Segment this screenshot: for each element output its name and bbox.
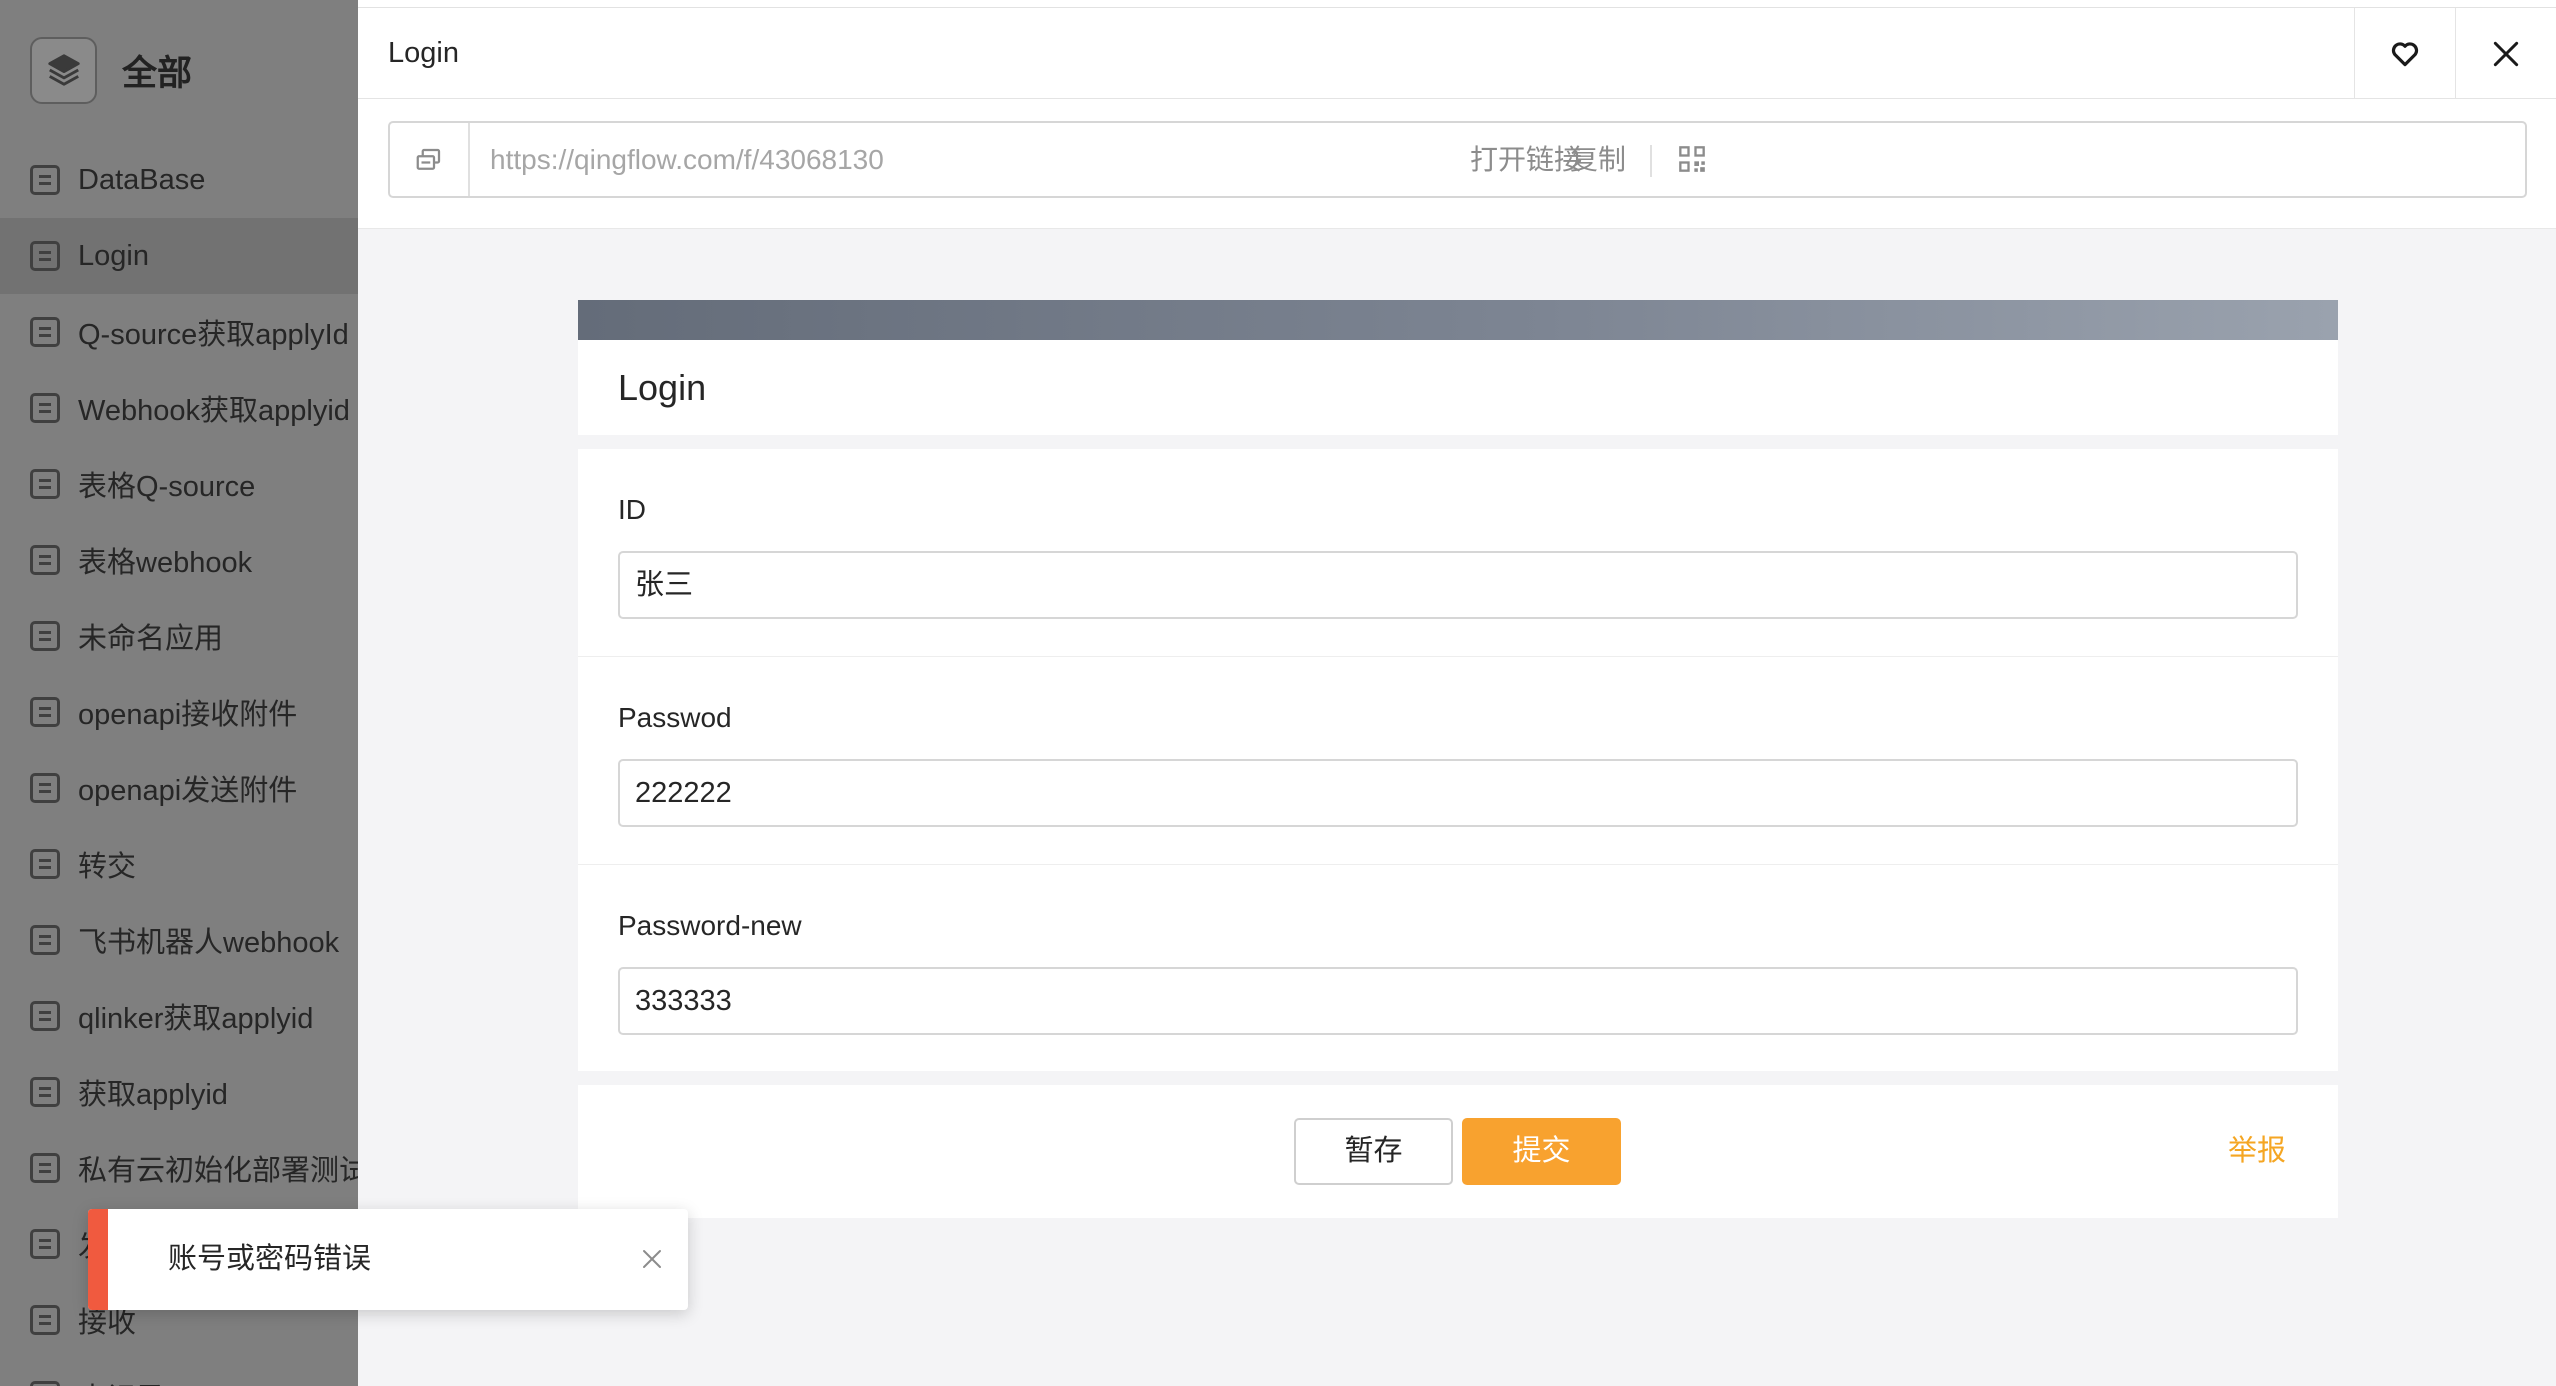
field-label: Password-new <box>618 910 802 941</box>
sidebar-item[interactable]: DataBase <box>0 142 358 218</box>
sidebar-item[interactable]: openapi发送附件 <box>0 750 358 826</box>
form-actions: 暂存 提交 举报 <box>578 1085 2338 1218</box>
form-icon <box>30 1153 60 1183</box>
form-banner <box>578 300 2338 340</box>
heart-icon <box>2391 41 2419 66</box>
sidebar-item-label: 表格Q-source <box>78 471 256 503</box>
field-password: Passwod 222222 <box>578 657 2338 865</box>
form-icon <box>30 773 60 803</box>
sidebar-item-label: 表格webhook <box>78 547 253 579</box>
form-icon <box>30 469 60 499</box>
form-icon <box>30 621 60 651</box>
top-divider <box>358 0 2556 8</box>
app-sidebar: 全部 DataBase Login Q-source获取applyId Webhook… <box>0 0 358 1386</box>
sidebar-item-label: Login <box>78 239 149 272</box>
sidebar-item-label: 飞书机器人webhook <box>78 927 340 959</box>
close-button[interactable] <box>2455 8 2556 99</box>
sidebar-item-label: 未记录 <box>78 1375 165 1386</box>
sidebar-item[interactable]: Q-source获取applyId <box>0 294 358 370</box>
sidebar-item[interactable]: 表格webhook <box>0 522 358 598</box>
sidebar-item[interactable]: 私有云初始化部署测试 <box>0 1130 358 1206</box>
save-draft-button[interactable]: 暂存 <box>1294 1118 1453 1185</box>
url-divider <box>1650 145 1652 177</box>
login-form: Login ID 张三 Passwod 222222 Password-new … <box>578 300 2338 1218</box>
link-box-icon[interactable] <box>390 123 470 196</box>
form-icon <box>30 1229 60 1259</box>
sidebar-item-label: 私有云初始化部署测试 <box>78 1155 358 1187</box>
sidebar-item-label: 转交 <box>78 851 137 883</box>
sidebar-item-label: Q-source获取applyId <box>78 319 349 351</box>
sidebar-title: 全部 <box>122 53 193 93</box>
error-toast: 账号或密码错误 <box>88 1209 688 1310</box>
report-link[interactable]: 举报 <box>2228 1118 2286 1185</box>
field-label: ID <box>618 494 646 525</box>
sidebar-item[interactable]: qlinker获取applyid <box>0 978 358 1054</box>
form-fields: ID 张三 Passwod 222222 Password-new 333333 <box>578 449 2338 1071</box>
sidebar-header: 全部 <box>0 0 358 140</box>
sidebar-item[interactable]: 飞书机器人webhook <box>0 902 358 978</box>
toast-message: 账号或密码错误 <box>168 1243 372 1275</box>
form-icon <box>30 925 60 955</box>
form-icon <box>30 317 60 347</box>
sidebar-item[interactable]: openapi接收附件 <box>0 674 358 750</box>
password-input[interactable]: 222222 <box>618 759 2298 827</box>
form-icon <box>30 393 60 423</box>
sidebar-nav: DataBase Login Q-source获取applyId Webhook获取a… <box>0 142 358 1386</box>
form-icon <box>30 165 60 195</box>
toast-error-bar <box>88 1209 108 1310</box>
field-password-new: Password-new 333333 <box>578 865 2338 1071</box>
submit-button[interactable]: 提交 <box>1462 1118 1621 1185</box>
form-icon <box>30 1001 60 1031</box>
sidebar-item-label: 未命名应用 <box>78 623 224 655</box>
sidebar-item[interactable]: Webhook获取applyid <box>0 370 358 446</box>
password-new-input[interactable]: 333333 <box>618 967 2298 1035</box>
form-title: Login <box>578 340 2338 435</box>
copy-link-button[interactable]: 复制 <box>1570 123 1626 196</box>
qr-code-icon[interactable] <box>1678 145 1706 173</box>
share-url-input[interactable]: https://qingflow.com/f/43068130 <box>490 123 884 196</box>
sidebar-item[interactable]: 未记录 <box>0 1358 358 1386</box>
url-area: https://qingflow.com/f/43068130 打开链接 复制 <box>358 99 2556 229</box>
sidebar-item[interactable]: Login <box>0 218 358 294</box>
field-id: ID 张三 <box>578 449 2338 657</box>
share-url-bar: https://qingflow.com/f/43068130 打开链接 复制 <box>388 121 2527 198</box>
form-icon <box>30 849 60 879</box>
form-icon <box>30 241 60 271</box>
form-icon <box>30 697 60 727</box>
close-icon <box>2493 41 2519 66</box>
sidebar-item-label: qlinker获取applyid <box>78 1003 314 1035</box>
favorite-button[interactable] <box>2354 8 2455 99</box>
form-icon <box>30 1305 60 1335</box>
app-root: 全部 DataBase Login Q-source获取applyId Webhook… <box>0 0 2556 1386</box>
main-panel: Login https://qingflow.com/f/43068130 打开… <box>358 8 2556 1386</box>
sidebar-item[interactable]: 转交 <box>0 826 358 902</box>
form-icon <box>30 545 60 575</box>
form-icon <box>30 1381 60 1386</box>
toast-close-icon[interactable] <box>640 1247 664 1271</box>
layers-icon[interactable] <box>30 36 97 104</box>
sidebar-item[interactable]: 表格Q-source <box>0 446 358 522</box>
sidebar-item-label: Webhook获取applyid <box>78 395 350 427</box>
sidebar-item-label: DataBase <box>78 163 206 196</box>
sidebar-item-label: openapi发送附件 <box>78 775 298 807</box>
sidebar-item-label: 获取applyid <box>78 1079 228 1111</box>
sidebar-item[interactable]: 获取applyid <box>0 1054 358 1130</box>
sidebar-item-label: openapi接收附件 <box>78 699 298 731</box>
open-link-button[interactable]: 打开链接 <box>1470 123 1582 196</box>
sidebar-item[interactable]: 未命名应用 <box>0 598 358 674</box>
panel-header: Login <box>358 8 2556 99</box>
field-label: Passwod <box>618 702 732 733</box>
id-input[interactable]: 张三 <box>618 551 2298 619</box>
panel-title: Login <box>388 37 459 69</box>
form-icon <box>30 1077 60 1107</box>
